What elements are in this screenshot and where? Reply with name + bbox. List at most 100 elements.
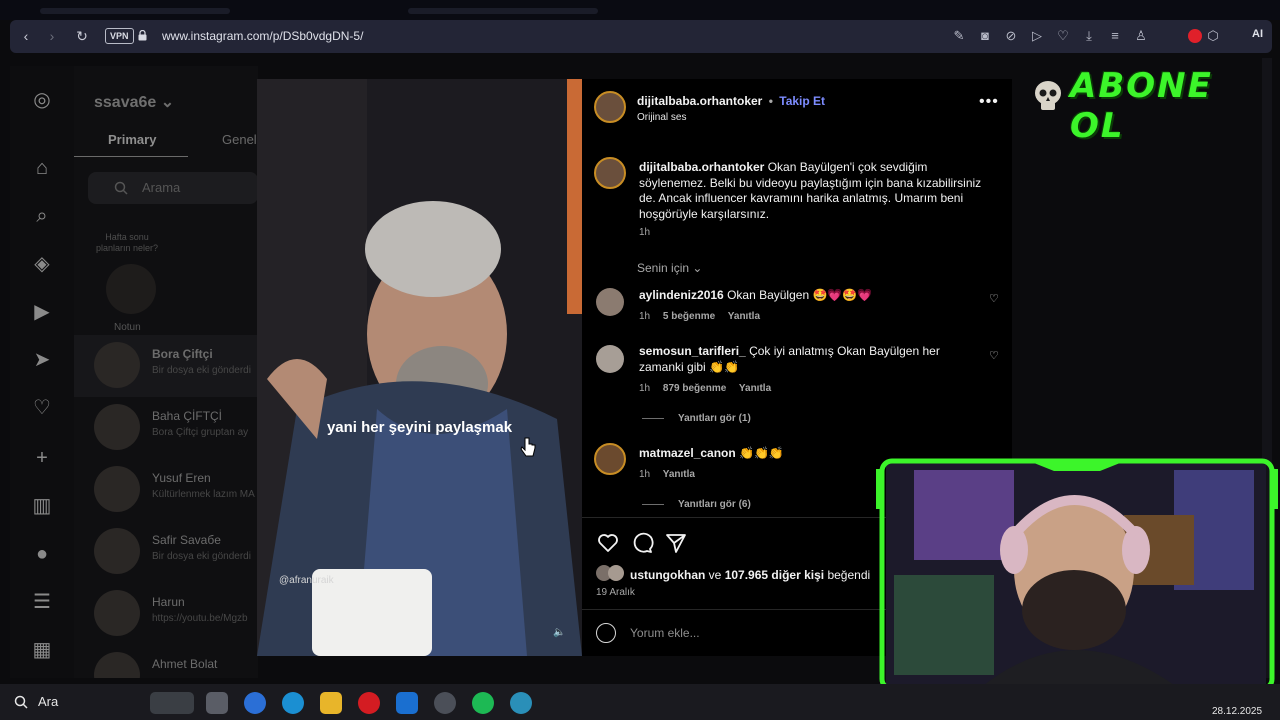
- comment-time: 1h: [639, 311, 651, 322]
- explore-icon[interactable]: ◈: [30, 252, 54, 276]
- avatar[interactable]: [106, 264, 156, 314]
- download-icon[interactable]: ⤓: [1080, 27, 1098, 45]
- volume-icon[interactable]: 🔈: [553, 627, 565, 638]
- task-view-icon[interactable]: [206, 692, 228, 714]
- app-icon[interactable]: [510, 692, 532, 714]
- list-item[interactable]: Safir Savaбe Bir dosya eki gönderdi: [74, 521, 258, 583]
- reels-icon[interactable]: ▶: [30, 300, 54, 324]
- tab-general[interactable]: Genel: [222, 132, 257, 147]
- liked-by-connector: ve: [708, 568, 722, 582]
- notifications-icon[interactable]: ♡: [30, 396, 54, 420]
- widgets-icon[interactable]: [150, 692, 194, 714]
- menu-icon[interactable]: ☰: [30, 590, 54, 614]
- ai-button[interactable]: AI: [1252, 28, 1263, 40]
- spotify-icon[interactable]: [472, 692, 494, 714]
- block-icon[interactable]: ⊘: [1002, 27, 1020, 45]
- taskbar-search[interactable]: Ara: [38, 694, 58, 709]
- dashboard-icon[interactable]: ▥: [30, 494, 54, 518]
- edit-icon[interactable]: ✎: [950, 27, 968, 45]
- comment-username[interactable]: semosun_tarifleri_: [639, 344, 746, 358]
- conversation-preview: Bir dosya eki gönderdi: [152, 551, 251, 562]
- reload-icon[interactable]: ↻: [72, 26, 92, 46]
- post-video[interactable]: yani her şeyini paylaşmak @afranuraik 🔈: [257, 79, 582, 656]
- caption-time: 1h: [639, 227, 651, 238]
- address-bar[interactable]: www.instagram.com/p/DSb0vdgDN-5/: [162, 29, 363, 43]
- list-item[interactable]: Ahmet Bolat: [74, 645, 258, 678]
- extension-icon[interactable]: ⬡: [1204, 27, 1222, 45]
- comment-sort-dropdown[interactable]: Senin için ⌄: [637, 261, 702, 275]
- play-icon[interactable]: ▷: [1028, 27, 1046, 45]
- comment-meta: 1h Yanıtla: [639, 469, 705, 480]
- forward-icon[interactable]: ›: [42, 26, 62, 46]
- settings-icon[interactable]: ≡: [1106, 27, 1124, 45]
- mail-icon[interactable]: [396, 692, 418, 714]
- dm-username[interactable]: ssava6e ⌄: [94, 92, 174, 112]
- list-item[interactable]: Harun https://youtu.be/Mgzb: [74, 583, 258, 645]
- avatar: [94, 466, 140, 512]
- liked-by-user[interactable]: ustungokhan: [630, 568, 705, 582]
- author-username[interactable]: dijitalbaba.orhantoker: [637, 94, 762, 108]
- instagram-logo-icon[interactable]: ◎: [30, 88, 54, 112]
- like-icon[interactable]: [596, 531, 620, 555]
- tab-primary[interactable]: Primary: [108, 132, 156, 147]
- home-icon[interactable]: ⌂: [30, 156, 54, 180]
- comment-icon[interactable]: [630, 531, 654, 555]
- search-icon[interactable]: [14, 695, 28, 709]
- conversation-name: Baha ÇİFTÇİ: [152, 409, 223, 423]
- camera-icon[interactable]: ◙: [976, 27, 994, 45]
- view-replies-button[interactable]: Yanıtları gör (1): [642, 413, 751, 424]
- note-bubble[interactable]: Hafta sonu planların neler?: [88, 232, 166, 254]
- like-comment-icon[interactable]: ♡: [989, 349, 999, 362]
- apps-icon[interactable]: ▦: [30, 638, 54, 662]
- browser-tab[interactable]: [40, 8, 230, 14]
- reply-button[interactable]: Yanıtla: [739, 383, 771, 394]
- caption-avatar[interactable]: [594, 157, 626, 189]
- comment-input[interactable]: Yorum ekle...: [630, 626, 700, 640]
- search-icon[interactable]: ⌕: [30, 204, 54, 228]
- avatar[interactable]: [594, 443, 626, 475]
- more-options-icon[interactable]: •••: [979, 94, 999, 110]
- conversation-preview: Bora Çiftçi gruptan ay: [152, 427, 249, 438]
- clock[interactable]: 28.12.2025: [1212, 706, 1262, 717]
- emoji-icon[interactable]: [596, 623, 616, 643]
- dm-search-input[interactable]: Arama: [88, 172, 258, 204]
- comment-likes[interactable]: 5 beğenme: [663, 311, 715, 322]
- create-icon[interactable]: +: [30, 446, 54, 470]
- browser-tab[interactable]: [408, 8, 598, 14]
- avatar[interactable]: [596, 288, 624, 316]
- heart-icon[interactable]: ♡: [1054, 27, 1072, 45]
- reply-button[interactable]: Yanıtla: [728, 311, 760, 322]
- avatar[interactable]: [596, 345, 624, 373]
- record-icon[interactable]: [1188, 29, 1202, 43]
- opera-icon[interactable]: [358, 692, 380, 714]
- share-icon[interactable]: [664, 531, 688, 555]
- like-comment-icon[interactable]: ♡: [989, 292, 999, 305]
- avatar: [94, 342, 140, 388]
- avatar: [94, 404, 140, 450]
- audio-link[interactable]: Orijinal ses: [637, 112, 686, 123]
- follow-button[interactable]: Takip Et: [779, 94, 825, 108]
- separator-dot: •: [768, 94, 773, 108]
- profile-icon[interactable]: ●: [30, 542, 54, 566]
- profile-icon[interactable]: ♙: [1132, 27, 1150, 45]
- back-icon[interactable]: ‹: [16, 26, 36, 46]
- caption-username[interactable]: dijitalbaba.orhantoker: [639, 160, 764, 174]
- list-item[interactable]: Bora Çiftçi Bir dosya eki gönderdi: [74, 335, 258, 397]
- author-avatar[interactable]: [594, 91, 626, 123]
- comment-username[interactable]: aylindeniz2016: [639, 288, 724, 302]
- list-item[interactable]: Baha ÇİFTÇİ Bora Çiftçi gruptan ay: [74, 397, 258, 459]
- cursor-icon: [520, 437, 536, 457]
- reply-button[interactable]: Yanıtla: [663, 469, 695, 480]
- comment-username[interactable]: matmazel_canon: [639, 446, 736, 460]
- liked-by[interactable]: ustungokhan ve 107.965 diğer kişi beğend…: [630, 568, 870, 582]
- vpn-badge[interactable]: VPN: [105, 28, 134, 44]
- view-replies-button[interactable]: Yanıtları gör (6): [642, 499, 751, 510]
- copilot-icon[interactable]: [244, 692, 266, 714]
- edge-icon[interactable]: [282, 692, 304, 714]
- app-icon[interactable]: [434, 692, 456, 714]
- messages-icon[interactable]: ➤: [30, 348, 54, 372]
- comment-likes[interactable]: 879 beğenme: [663, 383, 726, 394]
- liked-by-count[interactable]: 107.965 diğer kişi: [725, 568, 824, 582]
- file-explorer-icon[interactable]: [320, 692, 342, 714]
- list-item[interactable]: Yusuf Eren Kültürlenmek lazım MA: [74, 459, 258, 521]
